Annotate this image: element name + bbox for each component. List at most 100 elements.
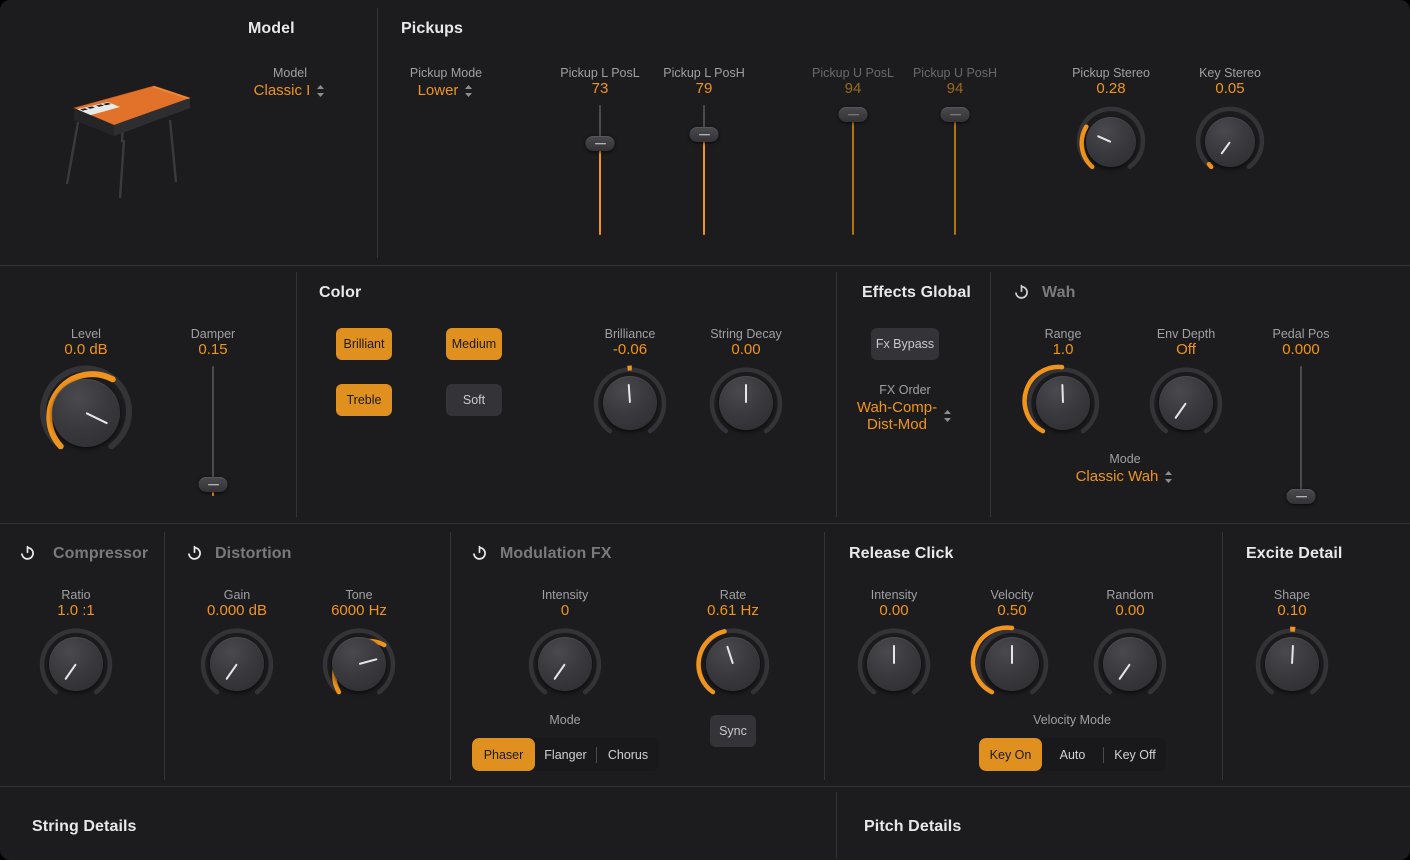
brilliance-control: Brilliance -0.06 xyxy=(570,327,690,436)
mod-intensity-value: 0 xyxy=(560,602,570,619)
model-title: Model xyxy=(248,20,295,37)
color-button-soft[interactable]: Soft xyxy=(446,384,502,416)
wah-mode-value: Classic Wah xyxy=(1075,468,1159,485)
pickup-stereo-knob[interactable] xyxy=(1051,101,1171,171)
fx-order-value-line1: Wah-Comp- xyxy=(856,399,938,416)
wah-env-depth-knob[interactable] xyxy=(1126,362,1246,436)
mod-intensity-label: Intensity xyxy=(541,588,589,602)
pickup-u-posh-label: Pickup U PosH xyxy=(912,66,998,80)
wah-mode-label: Mode xyxy=(1109,452,1141,466)
model-control: Model Classic I xyxy=(230,66,350,99)
release-click-velocity-control: Velocity 0.50 xyxy=(952,588,1072,697)
power-icon xyxy=(21,545,34,560)
fx-order-control: FX Order Wah-Comp- Dist-Mod xyxy=(845,383,965,433)
dist-mod-divider xyxy=(450,532,451,780)
modulation-fx-title: Modulation FX xyxy=(500,545,612,562)
level-color-divider xyxy=(296,272,297,517)
mod-mode-option-phaser[interactable]: Phaser xyxy=(472,738,535,771)
wah-power-button[interactable] xyxy=(1013,283,1030,300)
modulation-fx-power-button[interactable] xyxy=(471,544,488,561)
mod-intensity-knob[interactable] xyxy=(505,623,625,697)
distortion-gain-knob[interactable] xyxy=(177,623,297,697)
string-decay-control: String Decay 0.00 xyxy=(686,327,806,436)
key-stereo-control: Key Stereo 0.05 xyxy=(1170,66,1290,171)
fx-order-value-line2: Dist-Mod xyxy=(866,416,927,433)
damper-slider[interactable] xyxy=(153,366,273,496)
wah-pedal-pos-control: Pedal Pos 0.000 xyxy=(1241,327,1361,504)
distortion-tone-label: Tone xyxy=(345,588,373,602)
chevron-up-down-icon xyxy=(1165,470,1173,483)
release-click-velocity-knob[interactable] xyxy=(952,623,1072,697)
pickup-mode-popup[interactable]: Lower xyxy=(386,82,506,99)
mod-intensity-control: Intensity 0 xyxy=(505,588,625,697)
pickups-title: Pickups xyxy=(401,20,464,37)
release-click-intensity-value: 0.00 xyxy=(879,602,909,619)
excite-shape-knob[interactable] xyxy=(1232,623,1352,697)
row2-divider xyxy=(0,523,1410,524)
color-effects-divider xyxy=(836,272,837,517)
mod-rate-value: 0.61 Hz xyxy=(707,602,759,619)
pickup-l-posl-slider[interactable] xyxy=(540,105,660,235)
power-icon xyxy=(188,545,201,560)
model-popup[interactable]: Classic I xyxy=(230,82,350,99)
distortion-title: Distortion xyxy=(215,545,292,562)
mod-mode-option-flanger[interactable]: Flanger xyxy=(535,738,596,771)
mod-mode-option-chorus[interactable]: Chorus xyxy=(597,738,659,771)
color-button-brilliant[interactable]: Brilliant xyxy=(336,328,392,360)
fx-order-label: FX Order xyxy=(879,383,931,397)
chevron-up-down-icon xyxy=(944,410,952,422)
brilliance-knob[interactable] xyxy=(570,362,690,436)
wah-pedal-pos-slider[interactable] xyxy=(1241,366,1361,504)
release-click-random-control: Random 0.00 xyxy=(1070,588,1190,697)
pickup-l-posh-value: 79 xyxy=(695,80,713,97)
compressor-ratio-knob[interactable] xyxy=(16,623,136,697)
compressor-ratio-label: Ratio xyxy=(61,588,91,602)
velocity-mode-option-key-on[interactable]: Key On xyxy=(979,738,1042,771)
mod-rate-knob[interactable] xyxy=(673,623,793,697)
effects-global-title: Effects Global xyxy=(862,284,971,301)
velocity-mode-option-key-off[interactable]: Key Off xyxy=(1104,738,1166,771)
sync-button[interactable]: Sync xyxy=(710,715,756,747)
chevron-up-down-icon xyxy=(317,84,325,97)
distortion-power-button[interactable] xyxy=(186,544,203,561)
damper-value: 0.15 xyxy=(198,341,228,358)
release-click-intensity-knob[interactable] xyxy=(834,623,954,697)
distortion-tone-knob[interactable] xyxy=(299,623,419,697)
model-label: Model xyxy=(272,66,308,80)
compressor-ratio-control: Ratio 1.0 :1 xyxy=(16,588,136,697)
model-pickups-divider xyxy=(377,8,378,258)
wah-range-label: Range xyxy=(1044,327,1082,341)
release-click-random-knob[interactable] xyxy=(1070,623,1190,697)
distortion-tone-value: 6000 Hz xyxy=(331,602,387,619)
excite-shape-value: 0.10 xyxy=(1277,602,1307,619)
brilliance-label: Brilliance xyxy=(604,327,656,341)
string-decay-knob[interactable] xyxy=(686,362,806,436)
fx-bypass-button[interactable]: Fx Bypass xyxy=(871,328,939,360)
string-decay-label: String Decay xyxy=(710,327,782,341)
pickup-l-posh-slider[interactable] xyxy=(644,105,764,235)
pickup-u-posh-slider[interactable] xyxy=(895,105,1015,235)
distortion-gain-control: Gain 0.000 dB xyxy=(177,588,297,697)
color-button-medium[interactable]: Medium xyxy=(446,328,502,360)
effects-wah-divider xyxy=(990,272,991,517)
level-knob[interactable] xyxy=(26,362,146,454)
wah-range-knob[interactable] xyxy=(1003,362,1123,436)
pickup-stereo-control: Pickup Stereo 0.28 xyxy=(1051,66,1171,171)
release-click-title: Release Click xyxy=(849,545,954,562)
compressor-power-button[interactable] xyxy=(19,544,36,561)
key-stereo-label: Key Stereo xyxy=(1199,66,1261,80)
mod-mode-label: Mode xyxy=(549,713,581,727)
electric-piano-illustration xyxy=(58,78,208,203)
wah-pedal-pos-value: 0.000 xyxy=(1282,341,1320,358)
color-button-treble[interactable]: Treble xyxy=(336,384,392,416)
wah-mode-control: Mode Classic Wah xyxy=(1063,452,1187,485)
wah-mode-popup[interactable]: Classic Wah xyxy=(1063,468,1187,485)
key-stereo-knob[interactable] xyxy=(1170,101,1290,171)
pickup-l-posh-control: Pickup L PosH 79 xyxy=(644,66,764,235)
pitch-details-title: Pitch Details xyxy=(864,818,962,835)
details-divider xyxy=(836,792,837,858)
fx-order-popup[interactable]: Wah-Comp- Dist-Mod xyxy=(845,399,965,433)
pickup-stereo-value: 0.28 xyxy=(1096,80,1126,97)
string-decay-value: 0.00 xyxy=(731,341,761,358)
velocity-mode-option-auto[interactable]: Auto xyxy=(1042,738,1103,771)
